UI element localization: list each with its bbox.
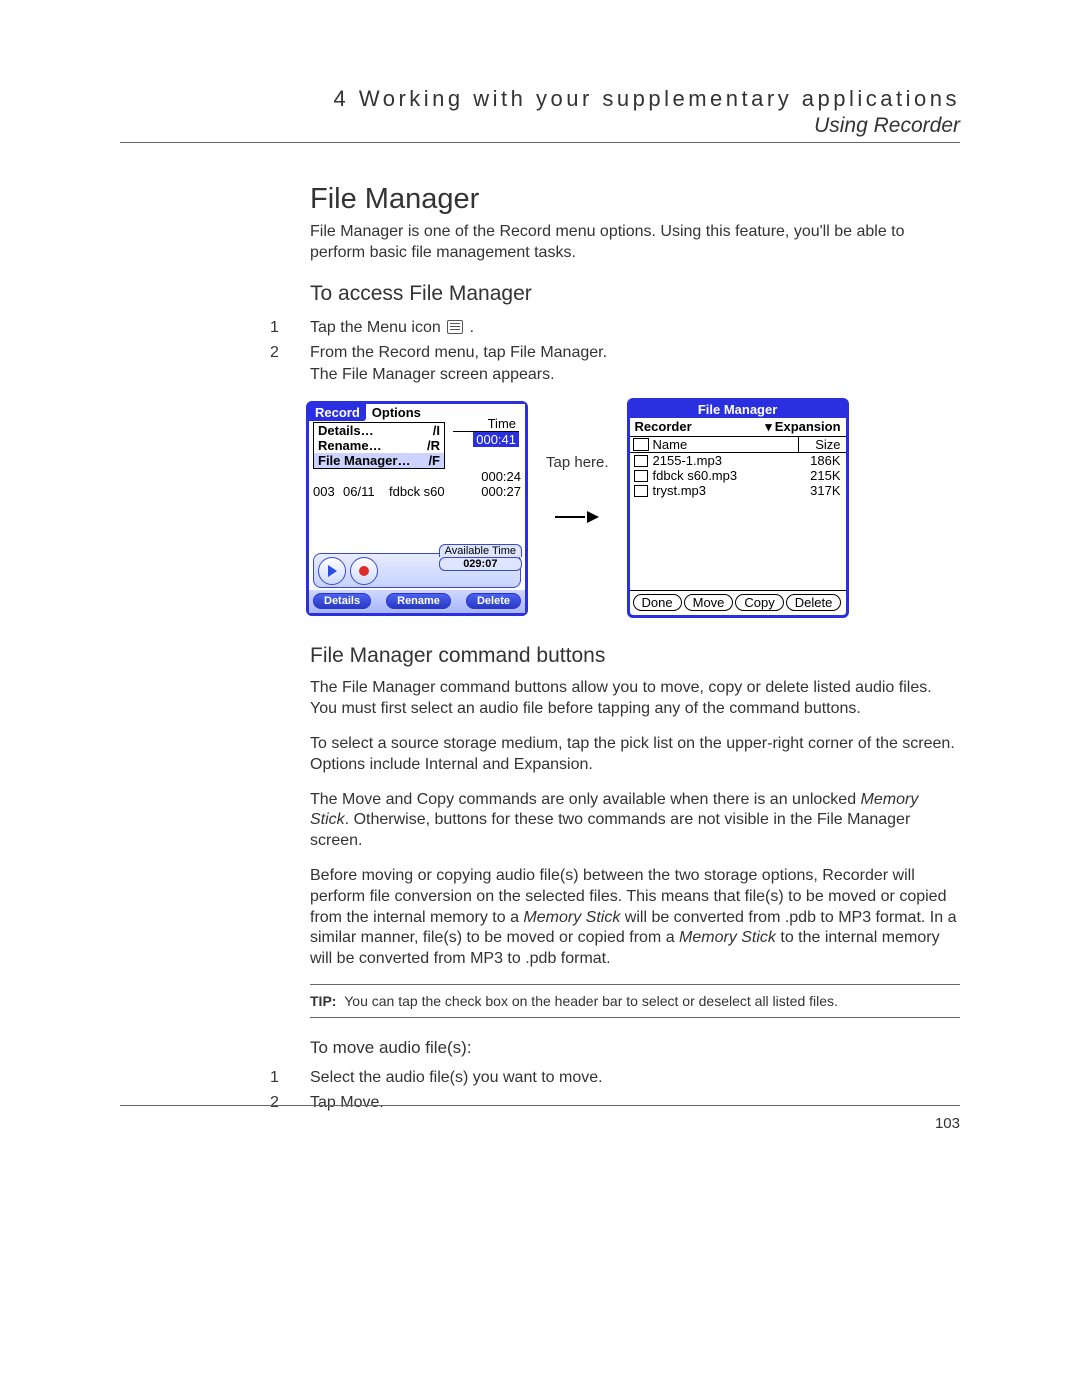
cmd-paragraph-3: The Move and Copy commands are only avai… (310, 790, 960, 852)
page-number: 103 (935, 1115, 960, 1132)
record-screen: Record Options Details… /I Rename… /R Fi… (306, 401, 528, 616)
fm-source-picker[interactable]: Expansion (765, 419, 840, 435)
record-button[interactable] (350, 557, 378, 585)
tip-box: TIP: You can tap the check box on the he… (310, 984, 960, 1018)
subheading-command-buttons: File Manager command buttons (310, 644, 960, 668)
details-button[interactable]: Details (313, 593, 371, 609)
file-checkbox[interactable] (634, 485, 648, 497)
cmd-paragraph-4: Before moving or copying audio file(s) b… (310, 866, 960, 970)
play-button[interactable] (318, 557, 346, 585)
fm-app-label: Recorder (635, 419, 692, 435)
available-time-label: Available Time (439, 544, 522, 557)
tab-options[interactable]: Options (366, 404, 427, 421)
arrow-icon (555, 511, 599, 523)
footer-rule (120, 1105, 960, 1106)
available-time-value: 029:07 (439, 557, 522, 571)
intro-paragraph: File Manager is one of the Record menu o… (310, 222, 960, 264)
list-row: 003 06/11 fdbck s60 000:27 (309, 484, 525, 499)
tab-record[interactable]: Record (309, 404, 366, 421)
record-icon (359, 566, 369, 576)
playback-controls: Available Time 029:07 (313, 553, 521, 588)
tip-text: You can tap the check box on the header … (344, 993, 838, 1009)
menu-icon (447, 320, 463, 334)
cmd-paragraph-2: To select a source storage medium, tap t… (310, 734, 960, 776)
col-size: Size (799, 437, 843, 452)
step-1: Tap the Menu icon . (310, 316, 960, 339)
move-step-1: Select the audio file(s) you want to mov… (310, 1066, 960, 1089)
file-manager-screen: File Manager Recorder Expansion Name Siz… (627, 398, 849, 618)
select-all-checkbox[interactable] (633, 438, 649, 451)
file-row[interactable]: 2155-1.mp3 186K (630, 453, 846, 468)
delete-button[interactable]: Delete (466, 593, 521, 609)
move-step-2: Tap Move. (310, 1091, 960, 1114)
fm-title: File Manager (630, 401, 846, 418)
file-row[interactable]: fdbck s60.mp3 215K (630, 468, 846, 483)
chapter-heading: 4 Working with your supplementary applic… (120, 86, 960, 112)
file-checkbox[interactable] (634, 455, 648, 467)
time-selected: 000:41 (473, 432, 519, 447)
done-button[interactable]: Done (633, 594, 682, 611)
fm-delete-button[interactable]: Delete (786, 594, 842, 611)
chapter-subtitle: Using Recorder (120, 114, 960, 138)
subheading-move: To move audio file(s): (310, 1038, 960, 1058)
menu-item-file-manager[interactable]: File Manager… /F (314, 453, 444, 468)
header-rule (120, 142, 960, 143)
col-name: Name (653, 437, 799, 452)
play-icon (328, 565, 337, 577)
tip-label: TIP: (310, 993, 336, 1009)
list-row: 000:24 (309, 469, 525, 484)
move-button[interactable]: Move (684, 594, 734, 611)
menu-item-details[interactable]: Details… /I (314, 423, 444, 438)
tap-here-label: Tap here. (546, 454, 609, 471)
step-2-note: The File Manager screen appears. (310, 364, 960, 386)
menu-item-rename[interactable]: Rename… /R (314, 438, 444, 453)
time-header: Time (453, 416, 519, 432)
step-2: From the Record menu, tap File Manager. … (310, 341, 960, 387)
file-row[interactable]: tryst.mp3 317K (630, 483, 846, 498)
file-checkbox[interactable] (634, 470, 648, 482)
cmd-paragraph-1: The File Manager command buttons allow y… (310, 678, 960, 720)
record-dropdown: Details… /I Rename… /R File Manager… /F (313, 422, 445, 469)
subheading-access: To access File Manager (310, 282, 960, 306)
rename-button[interactable]: Rename (386, 593, 451, 609)
section-title: File Manager (310, 183, 960, 216)
copy-button[interactable]: Copy (735, 594, 783, 611)
